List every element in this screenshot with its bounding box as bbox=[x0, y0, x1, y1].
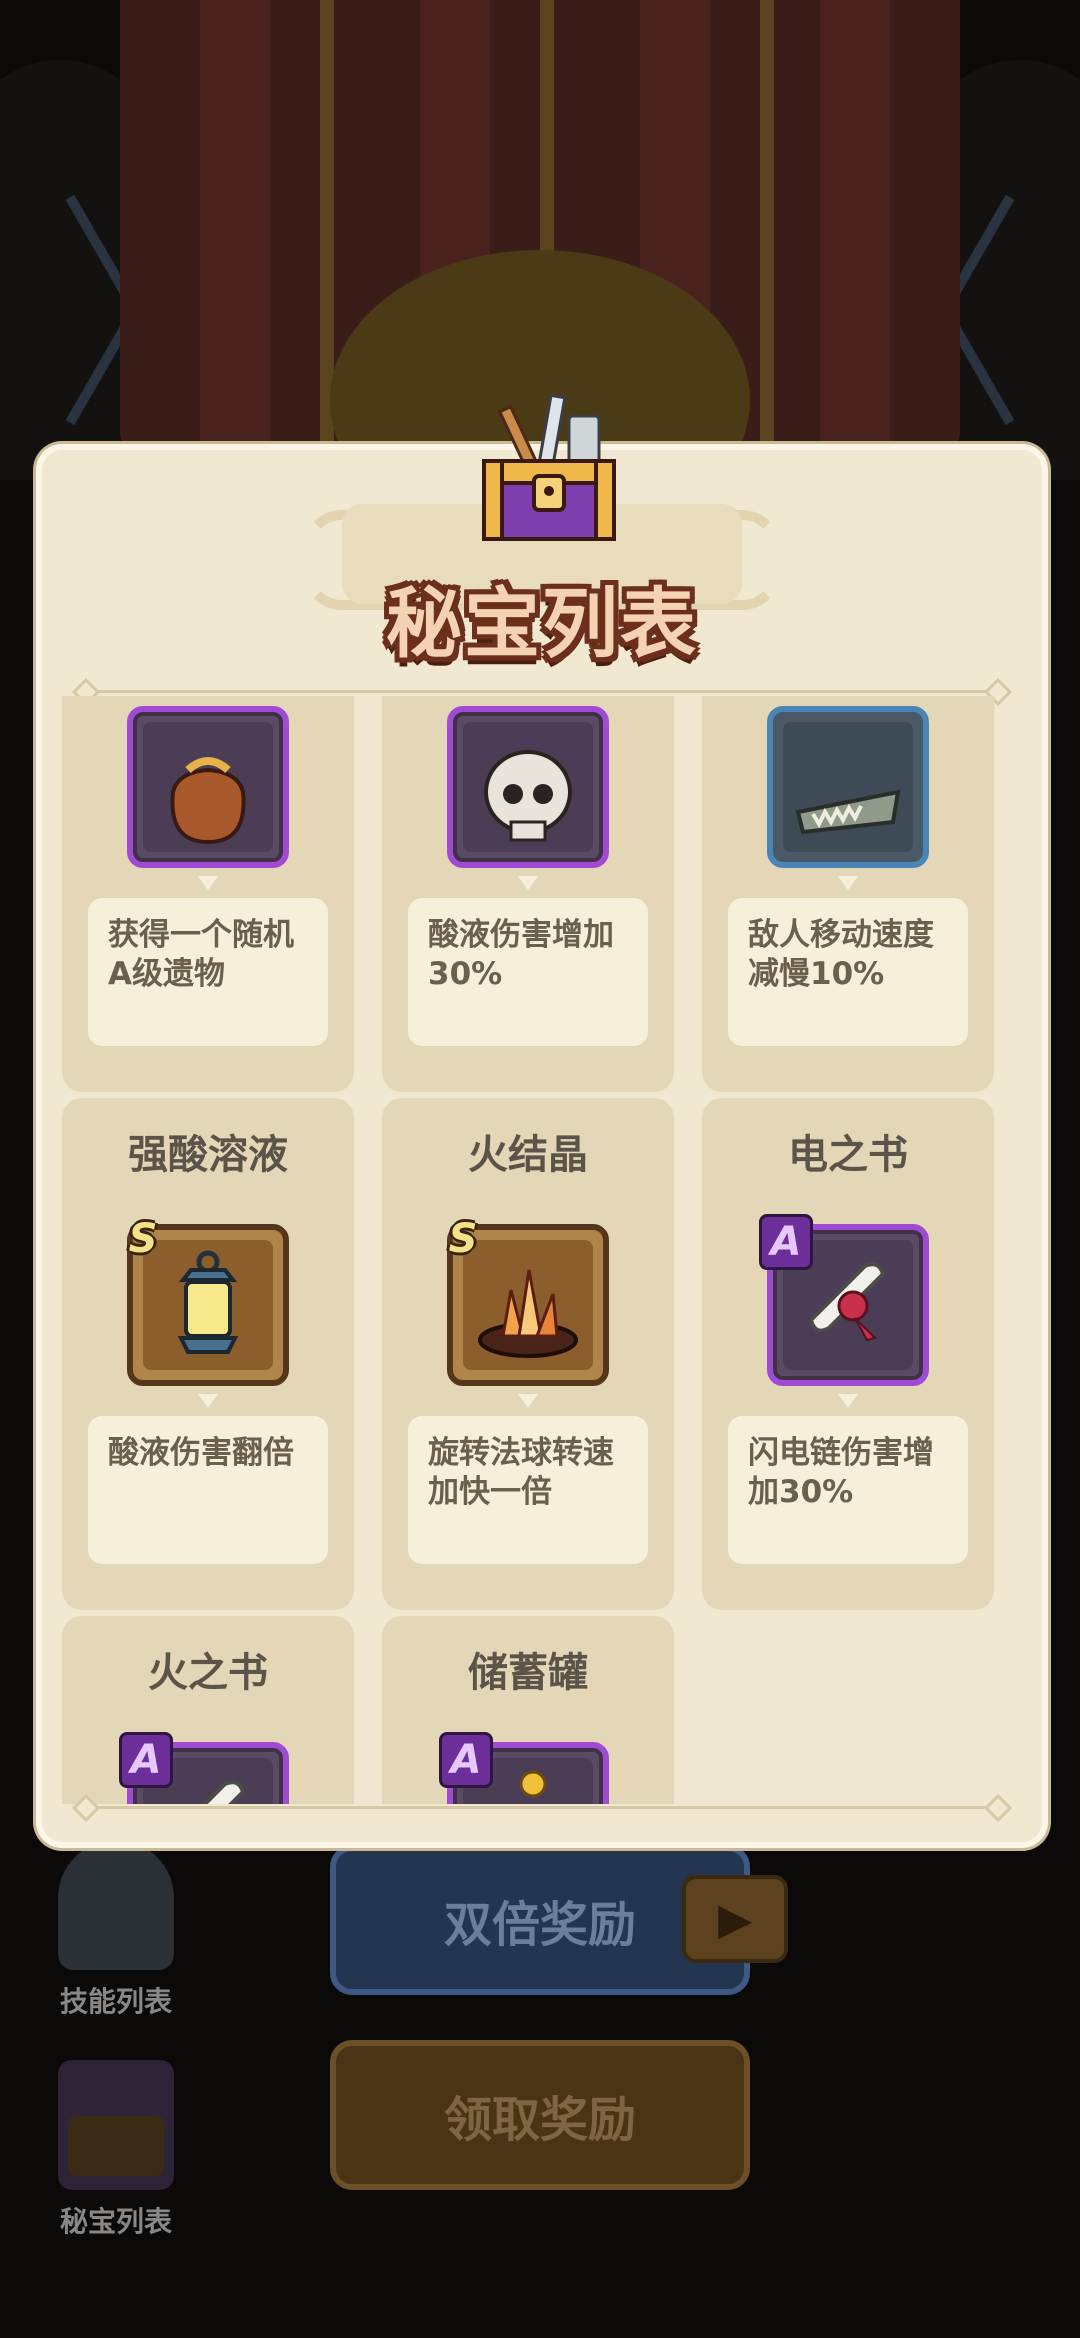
treasure-slot: A bbox=[439, 1732, 609, 1804]
video-ad-icon: ▶ bbox=[682, 1875, 788, 1963]
treasure-list-label: 秘宝列表 bbox=[59, 2205, 172, 2238]
treasure-description: 获得一个随机A级遗物 bbox=[88, 898, 328, 1046]
treasure-chest-icon bbox=[482, 393, 616, 541]
scroll-icon bbox=[202, 1780, 246, 1804]
claim-reward-button[interactable]: 领取奖励 bbox=[330, 2040, 750, 2190]
divider bbox=[82, 1806, 1002, 1809]
skill-list-button[interactable]: 技能列表 bbox=[36, 1840, 196, 2030]
piggy-bank-icon bbox=[519, 1770, 547, 1798]
treasure-chest-icon bbox=[58, 2060, 174, 2190]
double-reward-button[interactable]: 双倍奖励 ▶ bbox=[330, 1845, 788, 1995]
skill-list-label: 技能列表 bbox=[59, 1985, 172, 2018]
spellbook-icon bbox=[58, 1840, 174, 1970]
treasure-card[interactable]: 火之书 A bbox=[62, 1616, 354, 1804]
treasure-card[interactable]: 强酸溶液 S 酸液伤害翻倍 bbox=[62, 1098, 354, 1610]
treasure-slot: A bbox=[119, 1732, 289, 1804]
treasure-slot bbox=[767, 706, 929, 868]
treasure-slot: A bbox=[759, 1214, 929, 1386]
treasure-card[interactable]: 火结晶 S 旋转法球转速加快一倍 bbox=[382, 1098, 674, 1610]
dragon-jaw-icon bbox=[795, 789, 901, 835]
scroll-icon bbox=[808, 1262, 886, 1342]
modal-title: 秘宝列表 bbox=[386, 579, 698, 668]
treasure-description: 旋转法球转速加快一倍 bbox=[408, 1416, 648, 1564]
treasure-card[interactable]: 酸液伤害增加30% bbox=[382, 696, 674, 1092]
lantern-icon bbox=[177, 1250, 239, 1354]
loot-bag-icon bbox=[170, 757, 246, 845]
fire-crystal-icon bbox=[478, 1269, 578, 1358]
treasure-name: 火之书 bbox=[148, 1650, 268, 1696]
treasure-description: 酸液伤害翻倍 bbox=[88, 1416, 328, 1564]
treasure-card[interactable]: 储蓄罐 A bbox=[382, 1616, 674, 1804]
skull-icon bbox=[484, 750, 572, 842]
treasure-slot: S bbox=[127, 1216, 289, 1386]
treasure-list-modal: 秘宝列表 获得一个随机A级遗物 酸液伤害增加30% 敌人移动速度减慢10% 强酸… bbox=[36, 393, 1048, 1848]
divider bbox=[82, 690, 1002, 693]
treasure-slot bbox=[127, 706, 289, 868]
treasure-scroll-area[interactable]: 获得一个随机A级遗物 酸液伤害增加30% 敌人移动速度减慢10% 强酸溶液 S … bbox=[62, 696, 1022, 1804]
treasure-description: 敌人移动速度减慢10% bbox=[728, 898, 968, 1046]
treasure-name: 储蓄罐 bbox=[468, 1650, 588, 1696]
treasure-card[interactable]: 电之书 A 闪电链伤害增加30% bbox=[702, 1098, 994, 1610]
treasure-name: 电之书 bbox=[788, 1132, 908, 1178]
treasure-slot bbox=[447, 706, 609, 868]
treasure-slot: S bbox=[447, 1216, 609, 1386]
treasure-card[interactable]: 敌人移动速度减慢10% bbox=[702, 696, 994, 1092]
claim-reward-label: 领取奖励 bbox=[443, 2092, 636, 2148]
treasure-list-button[interactable]: 秘宝列表 bbox=[36, 2060, 196, 2250]
double-reward-label: 双倍奖励 bbox=[443, 1897, 636, 1953]
treasure-card[interactable]: 获得一个随机A级遗物 bbox=[62, 696, 354, 1092]
treasure-name: 火结晶 bbox=[468, 1132, 588, 1178]
treasure-name: 强酸溶液 bbox=[128, 1132, 288, 1178]
treasure-description: 闪电链伤害增加30% bbox=[728, 1416, 968, 1564]
treasure-description: 酸液伤害增加30% bbox=[408, 898, 648, 1046]
